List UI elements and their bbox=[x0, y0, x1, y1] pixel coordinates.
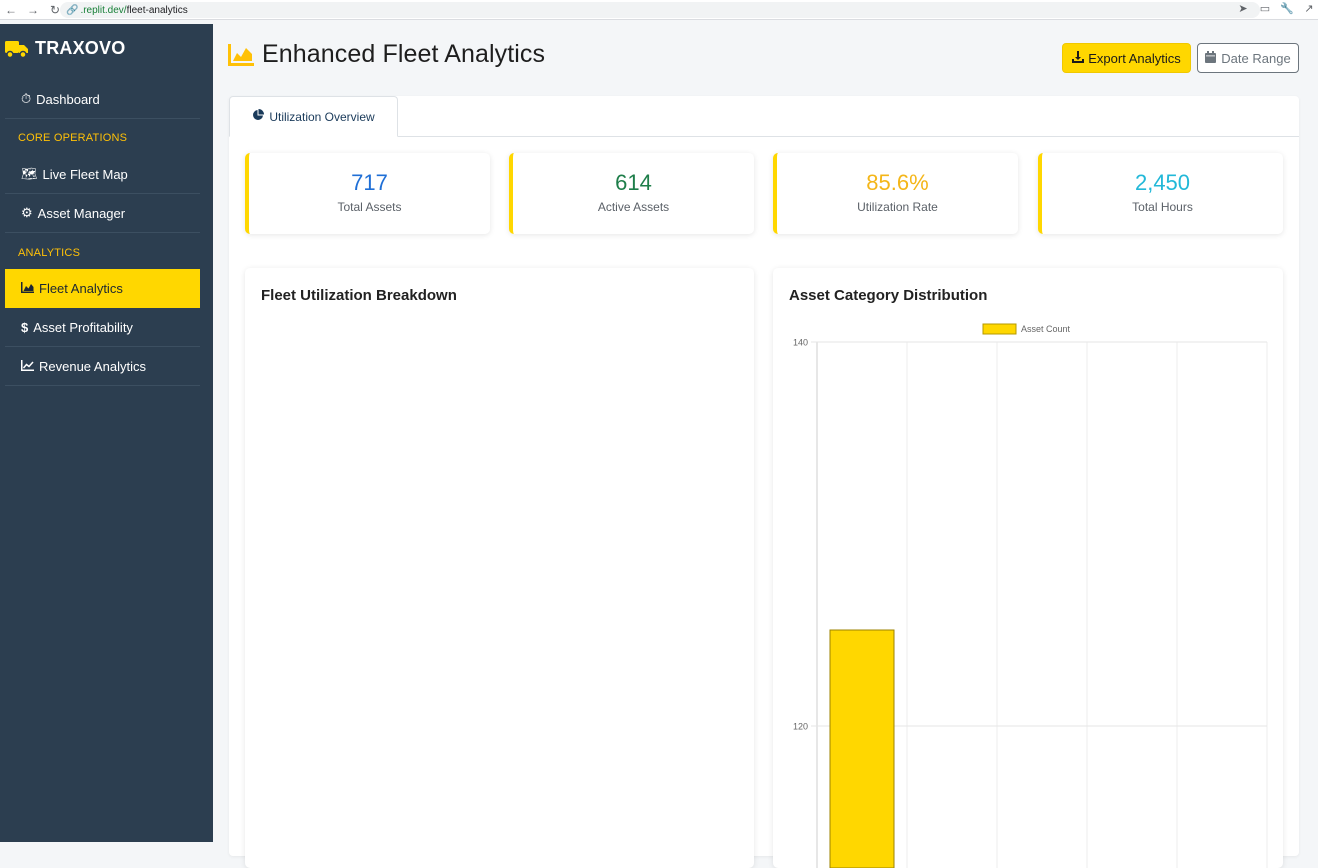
brand[interactable]: TRAXOVO bbox=[5, 38, 125, 59]
pie-chart-icon bbox=[252, 109, 265, 124]
y-tick-label: 140 bbox=[793, 338, 808, 348]
external-icon[interactable]: ↗ bbox=[1300, 2, 1318, 15]
sidebar-item-label: Asset Manager bbox=[37, 205, 126, 221]
link-icon: 🔗 bbox=[66, 4, 79, 16]
section-analytics: ANALYTICS bbox=[18, 247, 81, 259]
bar bbox=[829, 629, 895, 868]
stat-label: Active Assets bbox=[597, 200, 670, 214]
browser-toolbar: ← → ↻ 🔗 .replit.dev/fleet-analytics ➤ ▭ … bbox=[0, 0, 1318, 20]
wrench-icon[interactable]: 🔧 bbox=[1278, 2, 1296, 15]
map-icon: 🗺 bbox=[21, 166, 38, 181]
export-analytics-label: Export Analytics bbox=[1088, 50, 1181, 66]
cogs-icon: ⚙ bbox=[21, 205, 33, 220]
y-tick-label: 120 bbox=[793, 722, 808, 732]
legend-label: Asset Count bbox=[1021, 324, 1071, 334]
tab-label: Utilization Overview bbox=[269, 109, 375, 124]
sidebar: TRAXOVO ⏱ Dashboard CORE OPERATIONS 🗺 Li… bbox=[0, 24, 213, 842]
calendar-icon bbox=[1205, 50, 1217, 66]
tab-utilization-overview[interactable]: Utilization Overview bbox=[229, 96, 398, 137]
sidebar-item-label: Dashboard bbox=[36, 91, 100, 107]
gauge-icon: ⏱ bbox=[21, 91, 32, 106]
stat-card-total-assets: 717 Total Assets bbox=[245, 153, 490, 234]
sidebar-item-fleet-analytics[interactable]: Fleet Analytics bbox=[5, 269, 200, 308]
sidebar-item-live-fleet-map[interactable]: 🗺 Live Fleet Map bbox=[5, 155, 200, 194]
sidebar-item-label: Fleet Analytics bbox=[39, 281, 123, 296]
legend-swatch bbox=[982, 323, 1017, 335]
sidebar-item-label: Live Fleet Map bbox=[42, 166, 128, 182]
url-host: .replit.dev/ bbox=[80, 4, 127, 16]
stat-value: 717 bbox=[351, 170, 388, 195]
page-title-text: Enhanced Fleet Analytics bbox=[262, 40, 546, 68]
fleet-utilization-card: Fleet Utilization Breakdown bbox=[245, 268, 754, 868]
stat-value: 2,450 bbox=[1134, 170, 1191, 195]
brand-name: TRAXOVO bbox=[35, 38, 126, 58]
area-chart-icon bbox=[21, 281, 34, 296]
back-icon[interactable]: ← bbox=[0, 3, 22, 17]
sidebar-item-asset-manager[interactable]: ⚙ Asset Manager bbox=[5, 194, 200, 233]
stat-value: 85.6% bbox=[866, 170, 929, 195]
section-core-operations: CORE OPERATIONS bbox=[18, 132, 128, 144]
stat-label: Total Assets bbox=[337, 200, 402, 214]
export-analytics-button[interactable]: Export Analytics bbox=[1062, 43, 1191, 73]
stat-card-utilization-rate: 85.6% Utilization Rate bbox=[773, 153, 1018, 234]
area-chart-icon bbox=[228, 43, 254, 66]
sidebar-item-revenue-analytics[interactable]: Revenue Analytics bbox=[5, 347, 200, 386]
url-path: fleet-analytics bbox=[126, 4, 188, 16]
asset-category-card: Asset Category Distribution 120 140 Asset … bbox=[773, 268, 1283, 868]
forward-icon[interactable]: → bbox=[22, 3, 44, 17]
asset-category-chart: 120 140 Asset Count bbox=[793, 323, 1268, 868]
date-range-label: Date Range bbox=[1221, 50, 1291, 66]
truck-icon bbox=[5, 40, 28, 58]
stat-card-active-assets: 614 Active Assets bbox=[509, 153, 754, 234]
stat-card-total-hours: 2,450 Total Hours bbox=[1038, 153, 1283, 234]
download-icon bbox=[1072, 50, 1085, 66]
monitor-icon[interactable]: ▭ bbox=[1256, 2, 1274, 15]
sidebar-item-label: Revenue Analytics bbox=[39, 358, 146, 374]
sidebar-item-dashboard[interactable]: ⏱ Dashboard bbox=[5, 80, 200, 119]
date-range-button[interactable]: Date Range bbox=[1197, 43, 1299, 73]
line-chart-icon bbox=[21, 359, 34, 374]
send-icon[interactable]: ➤ bbox=[1234, 2, 1252, 15]
address-bar[interactable]: 🔗 .replit.dev/fleet-analytics bbox=[60, 2, 1260, 18]
card-title: Fleet Utilization Breakdown bbox=[261, 287, 457, 304]
sidebar-item-label: Asset Profitability bbox=[33, 319, 133, 335]
stat-label: Total Hours bbox=[1132, 200, 1193, 214]
stat-label: Utilization Rate bbox=[857, 200, 938, 214]
page-title: Enhanced Fleet Analytics bbox=[228, 40, 545, 69]
sidebar-item-asset-profitability[interactable]: $ Asset Profitability bbox=[5, 308, 200, 347]
dollar-icon: $ bbox=[21, 319, 29, 335]
stat-value: 614 bbox=[615, 170, 652, 195]
